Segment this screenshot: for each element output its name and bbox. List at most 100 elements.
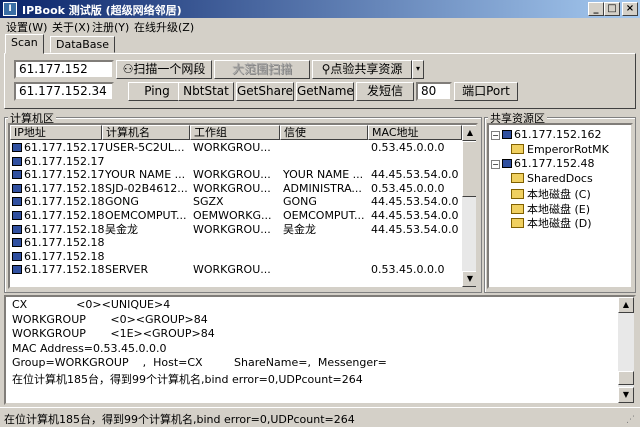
log-scrollbar[interactable]: ▲ ▼ bbox=[618, 297, 634, 403]
name-cell: OEMCOMPUT... bbox=[105, 209, 187, 222]
computer-icon bbox=[12, 143, 22, 152]
name-cell: SJD-02B4612... bbox=[105, 181, 188, 195]
table-row[interactable]: 61.177.152.179 YOUR NAME ... WORKGROU... YO… bbox=[10, 168, 476, 182]
menu-about[interactable]: 关于(X) bbox=[52, 19, 90, 35]
getname-button[interactable]: GetName bbox=[296, 82, 354, 101]
workgroup-cell: WORKGROU... bbox=[193, 181, 271, 195]
ip-cell: 61.177.152.175 bbox=[12, 141, 104, 155]
ip-cell: 61.177.152.181 bbox=[12, 195, 104, 209]
table-row[interactable]: 61.177.152.180 SJD-02B4612... WORKGROU... A… bbox=[10, 182, 476, 196]
computer-icon bbox=[12, 170, 22, 180]
window-title: IPBook 测试版 (超级网络邻居) bbox=[22, 4, 182, 17]
log-line: WORKGROUP <1E><GROUP>84 bbox=[12, 327, 215, 340]
check-share-dropdown[interactable]: ▾ bbox=[412, 60, 424, 79]
scroll-down-button[interactable]: ▼ bbox=[462, 271, 476, 287]
mac-cell: 44.45.53.54.0.0 bbox=[371, 209, 459, 222]
table-row[interactable]: 61.177.152.187 bbox=[10, 250, 476, 264]
computer-icon bbox=[502, 130, 512, 139]
minimize-button[interactable]: _ bbox=[588, 2, 604, 16]
ip-cell: 61.177.152.179 bbox=[12, 168, 104, 182]
mac-cell: 0.53.45.0.0.0 bbox=[371, 141, 445, 154]
log-line: 在位计算机185台，得到99个计算机名,bind error=0,UDPcoun… bbox=[12, 372, 363, 386]
messenger-cell: 吴金龙 bbox=[283, 222, 316, 236]
app-icon: I bbox=[3, 2, 17, 16]
send-message-button[interactable]: 发短信 bbox=[356, 82, 414, 101]
tree-folder-item[interactable]: EmperorRotMK bbox=[511, 143, 609, 156]
nbtstat-button[interactable]: NbtStat bbox=[178, 82, 234, 101]
ip-cell: 61.177.152.187 bbox=[12, 250, 104, 264]
collapse-icon[interactable]: − bbox=[491, 160, 500, 169]
messenger-cell: ADMINISTRA... bbox=[283, 181, 362, 195]
share-tree[interactable]: −61.177.152.162 EmperorRotMK −61.177.152.4… bbox=[487, 123, 633, 289]
table-row[interactable]: 61.177.152.188 SERVER WORKGROU... 0.53.45.0… bbox=[10, 263, 476, 277]
resize-grip-icon[interactable]: ⋰ bbox=[626, 415, 635, 425]
menu-settings[interactable]: 设置(W) bbox=[6, 19, 47, 35]
table-row[interactable]: 61.177.152.175 USER-5C2UL... WORKGROU... 0.… bbox=[10, 141, 476, 155]
log-scroll-down-button[interactable]: ▼ bbox=[618, 387, 634, 403]
log-output[interactable]: ▲ ▼ CX <0><UNIQUE>4 WORKGROUP <0><GROUP>8… bbox=[4, 295, 636, 405]
workgroup-cell: WORKGROU... bbox=[193, 222, 271, 236]
maximize-button[interactable]: □ bbox=[604, 2, 620, 16]
port-input[interactable]: 80 bbox=[416, 82, 452, 101]
name-cell: SERVER bbox=[105, 263, 149, 277]
computer-list[interactable]: IP地址 计算机名 工作组 信使 MAC地址 61.177.152.175 USE… bbox=[8, 123, 478, 289]
table-row[interactable]: 61.177.152.186 bbox=[10, 236, 476, 250]
table-row[interactable]: 61.177.152.178 bbox=[10, 155, 476, 169]
computer-icon bbox=[502, 159, 512, 168]
log-scroll-thumb[interactable] bbox=[618, 371, 634, 385]
tab-scan[interactable]: Scan bbox=[5, 34, 44, 54]
menu-bar: 设置(W) 关于(X) 注册(Y) 在线升级(Z) bbox=[0, 18, 640, 35]
table-row[interactable]: 61.177.152.182 OEMCOMPUT... OEMWORKG... OEM… bbox=[10, 209, 476, 223]
messenger-cell: YOUR NAME ... bbox=[283, 168, 364, 182]
column-header-workgroup[interactable]: 工作组 bbox=[190, 125, 280, 140]
ip-cell: 61.177.152.186 bbox=[12, 236, 104, 250]
list-scrollbar[interactable]: ▲ ▼ bbox=[462, 125, 476, 287]
name-cell: USER-5C2UL... bbox=[105, 141, 185, 154]
chevron-down-icon: ▾ bbox=[415, 64, 420, 73]
scroll-thumb[interactable] bbox=[462, 141, 476, 197]
ip-cell: 61.177.152.178 bbox=[12, 155, 104, 169]
computer-icon bbox=[12, 211, 22, 220]
getshare-button[interactable]: GetShare bbox=[236, 82, 294, 101]
column-header-mac[interactable]: MAC地址 bbox=[368, 125, 462, 140]
tree-folder-item[interactable]: SharedDocs bbox=[511, 172, 593, 185]
scroll-up-button[interactable]: ▲ bbox=[462, 125, 476, 141]
column-header-name[interactable]: 计算机名 bbox=[102, 125, 190, 140]
computer-icon bbox=[12, 156, 22, 166]
tree-folder-item[interactable]: 本地磁盘 (D) bbox=[511, 215, 592, 231]
mac-cell: 44.45.53.54.0.0 bbox=[371, 195, 459, 209]
workgroup-cell: OEMWORKG... bbox=[193, 209, 272, 222]
column-header-messenger[interactable]: 信使 bbox=[280, 125, 368, 140]
status-bar: 在位计算机185台，得到99个计算机名,bind error=0,UDPcoun… bbox=[0, 407, 640, 427]
scan-segment-button[interactable]: ⚇扫描一个网段 bbox=[116, 60, 212, 79]
close-button[interactable]: × bbox=[622, 2, 638, 16]
list-header: IP地址 计算机名 工作组 信使 MAC地址 bbox=[10, 125, 476, 140]
computer-icon bbox=[12, 183, 22, 193]
menu-online-upgrade[interactable]: 在线升级(Z) bbox=[134, 19, 194, 35]
collapse-icon[interactable]: − bbox=[491, 131, 500, 140]
mac-cell: 44.45.53.54.0.0 bbox=[371, 168, 459, 182]
tab-database[interactable]: DataBase bbox=[50, 36, 116, 53]
name-cell: YOUR NAME ... bbox=[105, 168, 186, 182]
messenger-cell: OEMCOMPUT... bbox=[283, 209, 365, 222]
table-row[interactable]: 61.177.152.181 GONG SGZX GONG 44.45.53.54.0.… bbox=[10, 195, 476, 209]
table-row[interactable]: 61.177.152.184 吴金龙 WORKGROU... 吴金龙 44.45.53.… bbox=[10, 223, 476, 237]
menu-register[interactable]: 注册(Y) bbox=[92, 19, 129, 35]
log-line: MAC Address=0.53.45.0.0.0 bbox=[12, 341, 167, 355]
name-cell: GONG bbox=[105, 195, 139, 209]
workgroup-cell: WORKGROU... bbox=[193, 141, 271, 154]
ip-segment-input[interactable]: 61.177.152 bbox=[14, 60, 114, 79]
tree-host-item[interactable]: −61.177.152.162 bbox=[491, 128, 601, 141]
port-button[interactable]: 端口Port bbox=[454, 82, 518, 101]
computer-icon bbox=[12, 265, 22, 275]
mac-cell: 0.53.45.0.0.0 bbox=[371, 181, 445, 195]
workgroup-cell: WORKGROU... bbox=[193, 263, 271, 277]
wide-scan-button[interactable]: 大范围扫描 bbox=[214, 60, 310, 79]
ip-cell: 61.177.152.188 bbox=[12, 263, 104, 277]
log-scroll-up-button[interactable]: ▲ bbox=[618, 297, 634, 313]
tree-host-item[interactable]: −61.177.152.48 bbox=[491, 157, 594, 170]
check-share-button[interactable]: ⚲点验共享资源 bbox=[312, 60, 412, 79]
title-bar: I IPBook 测试版 (超级网络邻居) _ □ × bbox=[0, 0, 640, 18]
column-header-ip[interactable]: IP地址 bbox=[10, 125, 102, 140]
ip-address-input[interactable]: 61.177.152.34 bbox=[14, 82, 114, 101]
